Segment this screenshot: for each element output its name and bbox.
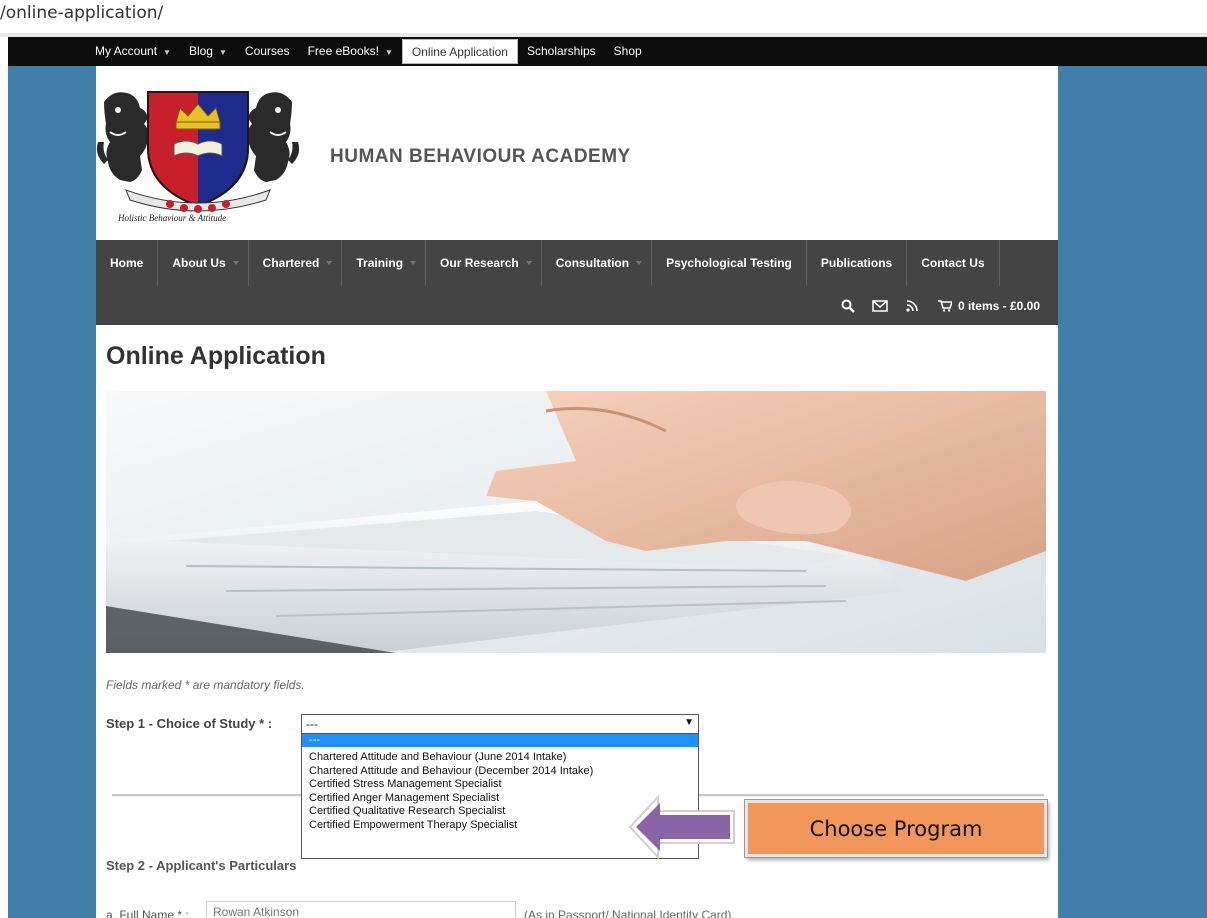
mandatory-note: Fields marked * are mandatory fields. bbox=[106, 678, 305, 692]
hero-image-keyboard bbox=[106, 391, 1046, 653]
main-nav-item-our-research[interactable]: Our Research bbox=[426, 240, 542, 286]
site-container: Holistic Behaviour & Attitude HUMAN BEHA… bbox=[96, 66, 1058, 918]
choose-program-callout: Choose Program bbox=[745, 800, 1047, 857]
site-header: Holistic Behaviour & Attitude HUMAN BEHA… bbox=[96, 66, 1058, 240]
page-title: Online Application bbox=[106, 342, 326, 370]
top-nav-item-blog[interactable]: Blog ▼ bbox=[180, 37, 236, 66]
study-choice-value: --- bbox=[306, 717, 318, 731]
main-nav-item-training[interactable]: Training bbox=[342, 240, 427, 286]
chevron-down-icon: ▼ bbox=[384, 48, 393, 57]
study-option[interactable]: Certified Stress Management Specialist bbox=[302, 778, 698, 792]
search-icon[interactable] bbox=[832, 296, 864, 316]
top-nav: My Account ▼ Blog ▼ Courses Free eBooks! ▼ Onli… bbox=[86, 37, 651, 66]
cart-link[interactable]: 0 items - £0.00 bbox=[928, 299, 1058, 313]
study-option[interactable]: Chartered Attitude and Behaviour (June 2… bbox=[302, 751, 698, 765]
academy-logo[interactable]: Holistic Behaviour & Attitude bbox=[96, 82, 300, 224]
rss-icon[interactable] bbox=[896, 296, 928, 316]
main-nav-item-contact-us[interactable]: Contact Us bbox=[907, 240, 1000, 286]
study-choice-select[interactable]: --- ▼ bbox=[301, 714, 699, 734]
top-nav-label: My Account bbox=[95, 44, 158, 58]
top-nav-item-shop[interactable]: Shop bbox=[605, 37, 651, 66]
utility-row: 0 items - £0.00 bbox=[832, 286, 1058, 325]
study-option[interactable]: --- bbox=[302, 734, 698, 747]
cart-summary: 0 items - £0.00 bbox=[957, 298, 1040, 313]
step2-label: Step 2 - Applicant's Particulars bbox=[106, 858, 297, 873]
top-nav-item-courses[interactable]: Courses bbox=[236, 37, 299, 66]
logo-motto: Holistic Behaviour & Attitude bbox=[117, 213, 226, 223]
top-bar: My Account ▼ Blog ▼ Courses Free eBooks! ▼ Onli… bbox=[8, 37, 1207, 66]
top-nav-label: Blog bbox=[188, 44, 213, 58]
top-nav-label: Online Application bbox=[411, 45, 508, 59]
main-nav-item-home[interactable]: Home bbox=[96, 240, 159, 286]
top-nav-label: Scholarships bbox=[526, 44, 596, 58]
top-nav-label: Free eBooks! bbox=[307, 44, 379, 58]
full-name-hint: (As in Passport/ National Identity Card) bbox=[524, 908, 732, 918]
top-nav-item-online-application[interactable]: Online Application bbox=[401, 39, 518, 64]
main-nav-item-psychological-testing[interactable]: Psychological Testing bbox=[652, 240, 807, 286]
top-nav-item-scholarships[interactable]: Scholarships bbox=[518, 37, 605, 66]
top-nav-item-free-ebooks[interactable]: Free eBooks! ▼ bbox=[299, 37, 402, 66]
step1-label: Step 1 - Choice of Study * : bbox=[106, 716, 273, 731]
full-name-label: a. Full Name * : bbox=[106, 908, 189, 918]
top-nav-label: Shop bbox=[613, 44, 642, 58]
chevron-down-icon: ▼ bbox=[218, 48, 227, 57]
cart-icon bbox=[937, 299, 952, 312]
full-name-input[interactable] bbox=[206, 901, 516, 918]
main-nav-item-consultation[interactable]: Consultation bbox=[542, 240, 653, 286]
main-nav-item-publications[interactable]: Publications bbox=[807, 240, 908, 286]
callout-arrow-icon bbox=[628, 795, 735, 859]
dropdown-arrow-icon[interactable]: ▼ bbox=[684, 717, 694, 728]
main-nav-items: Home About Us Chartered Training Our Researc… bbox=[96, 240, 1000, 286]
main-nav-item-chartered[interactable]: Chartered bbox=[249, 240, 343, 286]
top-nav-item-my-account[interactable]: My Account ▼ bbox=[86, 37, 180, 66]
main-nav-item-about-us[interactable]: About Us bbox=[158, 240, 249, 286]
chevron-down-icon: ▼ bbox=[163, 48, 171, 57]
address-bar-url[interactable]: /online-application/ bbox=[0, 3, 163, 23]
main-nav: Home About Us Chartered Training Our Researc… bbox=[96, 240, 1058, 325]
top-nav-label: Courses bbox=[244, 44, 290, 58]
site-title[interactable]: HUMAN BEHAVIOUR ACADEMY bbox=[330, 146, 631, 168]
mail-icon[interactable] bbox=[864, 296, 896, 316]
study-option[interactable]: Chartered Attitude and Behaviour (Decemb… bbox=[302, 765, 698, 779]
